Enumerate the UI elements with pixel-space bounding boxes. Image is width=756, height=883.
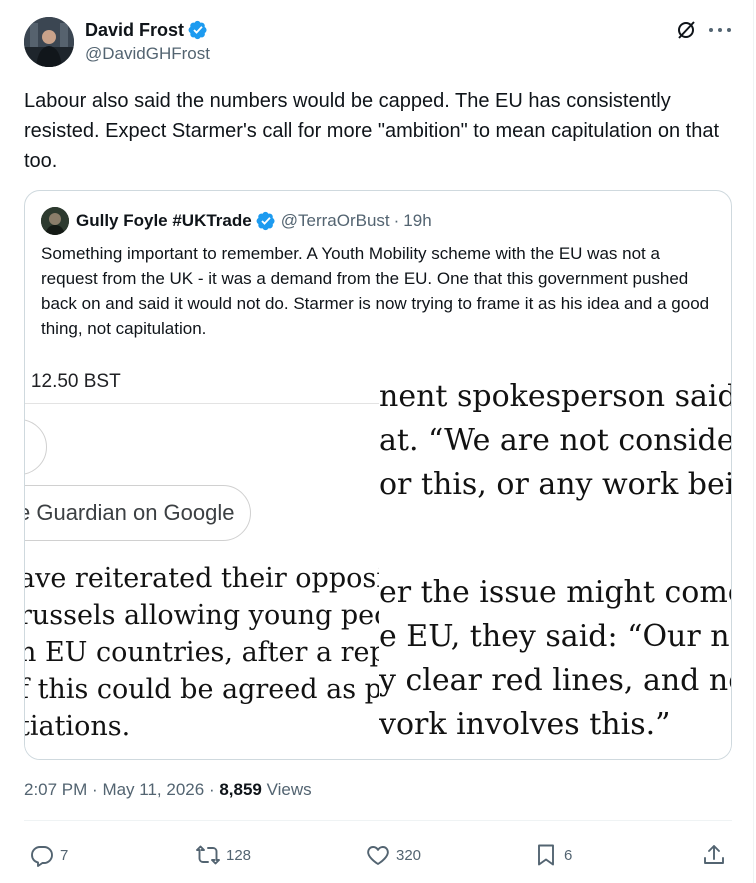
share-button[interactable] bbox=[702, 838, 732, 872]
screenshot-line: vork involves this.” bbox=[379, 707, 671, 742]
screenshot-left-panel: • 12.50 BST e Guardian on Google ave rei… bbox=[25, 351, 379, 759]
tweet-date[interactable]: May 11, 2026 bbox=[102, 780, 204, 799]
screenshot-line: e EU, they said: “Our neg bbox=[379, 619, 732, 654]
separator-dot: · bbox=[92, 780, 103, 799]
screenshot-timestamp: • 12.50 BST bbox=[25, 371, 121, 392]
quoted-text: Something important to remember. A Youth… bbox=[41, 244, 710, 338]
reply-icon bbox=[31, 846, 53, 867]
screenshot-right-top-text: nent spokesperson said t at. “We are not… bbox=[379, 379, 732, 511]
quoted-age[interactable]: 19h bbox=[403, 211, 431, 231]
screenshot-line: ave reiterated their oppositi bbox=[25, 563, 379, 594]
repost-button[interactable]: 128 bbox=[196, 838, 251, 872]
tweet-time[interactable]: 2:07 PM bbox=[24, 780, 87, 799]
quoted-header: Gully Foyle #UKTrade @TerraOrBust · 19h bbox=[41, 207, 432, 235]
like-button[interactable]: 320 bbox=[366, 838, 421, 872]
screenshot-pill-button bbox=[25, 419, 47, 475]
screenshot-line: or this, or any work bein bbox=[379, 467, 732, 502]
screenshot-line: tiations. bbox=[25, 711, 131, 742]
screenshot-left-text: ave reiterated their oppositi russels al… bbox=[25, 563, 379, 748]
quoted-tweet[interactable]: Gully Foyle #UKTrade @TerraOrBust · 19h … bbox=[24, 190, 732, 760]
like-count: 320 bbox=[396, 846, 422, 864]
more-icon[interactable] bbox=[709, 24, 731, 36]
bookmark-count: 6 bbox=[564, 846, 573, 864]
share-icon bbox=[704, 845, 724, 864]
views-label: Views bbox=[266, 780, 312, 799]
screenshot-line: at. “We are not consider bbox=[379, 423, 732, 458]
screenshot-line: y clear red lines, and non bbox=[379, 663, 732, 698]
action-bar: 7 128 320 6 bbox=[0, 838, 756, 872]
repost-count: 128 bbox=[226, 846, 252, 864]
quoted-author-handle[interactable]: @TerraOrBust bbox=[281, 211, 390, 231]
author-block: David Frost @DavidGHFrost bbox=[85, 19, 210, 64]
views-count: 8,859 bbox=[219, 780, 262, 799]
screenshot-right-bottom-text: er the issue might come e EU, they said:… bbox=[379, 575, 732, 751]
grok-icon[interactable] bbox=[674, 18, 698, 42]
bookmark-button[interactable]: 6 bbox=[534, 838, 572, 872]
screenshot-line: russels allowing young peop bbox=[25, 600, 379, 631]
page-edge-divider bbox=[753, 0, 754, 883]
tweet-meta: 2:07 PM · May 11, 2026 · 8,859 Views bbox=[24, 780, 312, 800]
author-name[interactable]: David Frost bbox=[85, 20, 184, 41]
meta-divider bbox=[24, 820, 732, 821]
author-handle[interactable]: @DavidGHFrost bbox=[85, 44, 210, 64]
screenshot-google-button: e Guardian on Google bbox=[25, 485, 251, 541]
reply-button[interactable]: 7 bbox=[30, 838, 68, 872]
separator-dot: · bbox=[393, 211, 400, 230]
quoted-author-name[interactable]: Gully Foyle #UKTrade bbox=[76, 211, 252, 231]
bookmark-icon bbox=[538, 844, 554, 866]
repost-icon bbox=[196, 845, 220, 865]
verified-badge-icon bbox=[188, 20, 207, 40]
screenshot-right-panel: nent spokesperson said t at. “We are not… bbox=[379, 351, 732, 759]
screenshot-line: n EU countries, after a report bbox=[25, 637, 379, 668]
heart-icon bbox=[367, 846, 389, 865]
tweet-text: Labour also said the numbers would be ca… bbox=[24, 90, 719, 172]
quoted-image[interactable]: • 12.50 BST e Guardian on Google ave rei… bbox=[25, 351, 732, 759]
reply-count: 7 bbox=[60, 846, 69, 864]
screenshot-line: er the issue might come bbox=[379, 575, 732, 610]
verified-badge-icon bbox=[256, 211, 275, 231]
separator-dot: · bbox=[208, 780, 220, 799]
screenshot-divider bbox=[25, 403, 379, 404]
quoted-avatar[interactable] bbox=[41, 207, 69, 235]
screenshot-line: nent spokesperson said t bbox=[379, 379, 732, 414]
author-avatar[interactable] bbox=[24, 17, 74, 67]
screenshot-line: f this could be agreed as part bbox=[25, 674, 379, 705]
